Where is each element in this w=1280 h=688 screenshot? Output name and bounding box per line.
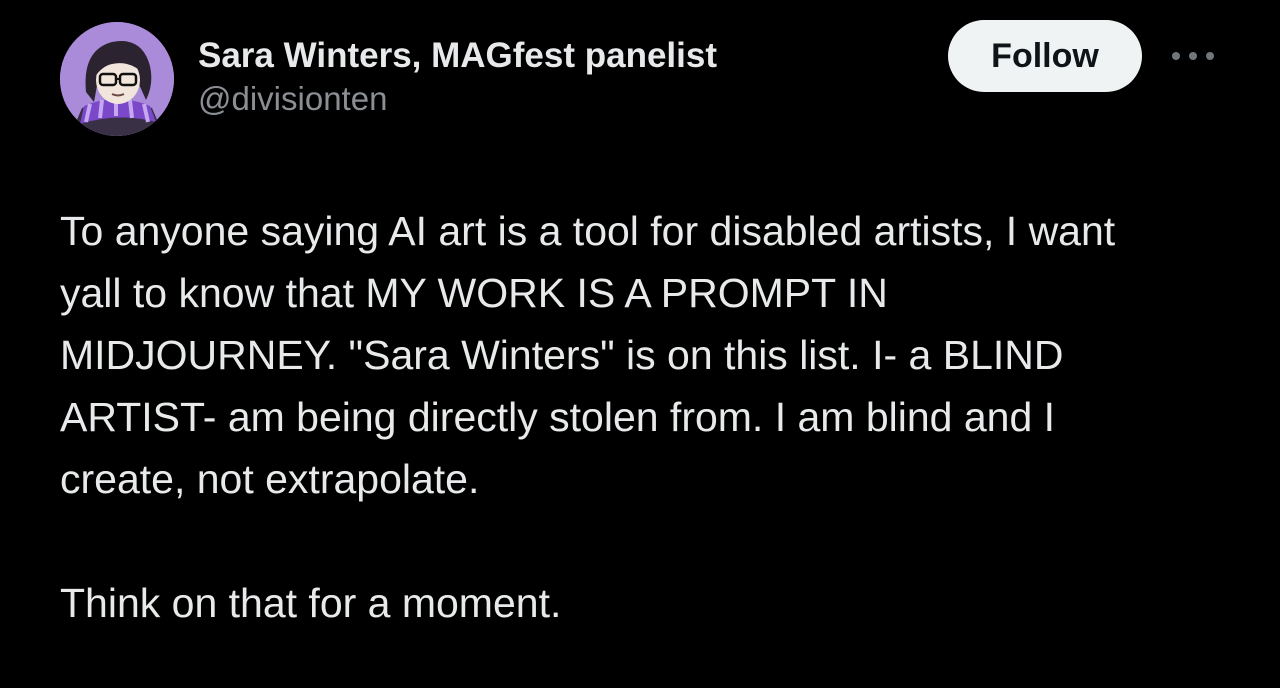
paragraph-break — [60, 510, 1240, 572]
tweet-text-line: yall to know that MY WORK IS A PROMPT IN — [60, 270, 888, 316]
tweet-text-line: MIDJOURNEY. "Sara Winters" is on this li… — [60, 332, 1064, 378]
tweet-text-line: To anyone saying AI art is a tool for di… — [60, 208, 1116, 254]
avatar-illustration — [60, 22, 174, 136]
follow-button[interactable]: Follow — [948, 20, 1142, 92]
tweet-text-line: ARTIST- am being directly stolen from. I… — [60, 394, 1056, 440]
more-dot — [1172, 52, 1180, 60]
tweet-body: To anyone saying AI art is a tool for di… — [60, 200, 1240, 634]
tweet-closing-line: Think on that for a moment. — [60, 580, 562, 626]
tweet-card: Sara Winters, MAGfest panelist @division… — [0, 0, 1280, 688]
more-dot — [1206, 52, 1214, 60]
tweet-text-line: create, not extrapolate. — [60, 456, 480, 502]
avatar[interactable] — [60, 22, 174, 136]
more-dot — [1189, 52, 1197, 60]
more-options-button[interactable] — [1168, 40, 1218, 72]
author-block: Sara Winters, MAGfest panelist @division… — [198, 34, 717, 120]
user-handle[interactable]: @divisionten — [198, 78, 717, 120]
more-horizontal-icon — [1172, 52, 1214, 60]
display-name[interactable]: Sara Winters, MAGfest panelist — [198, 34, 717, 78]
